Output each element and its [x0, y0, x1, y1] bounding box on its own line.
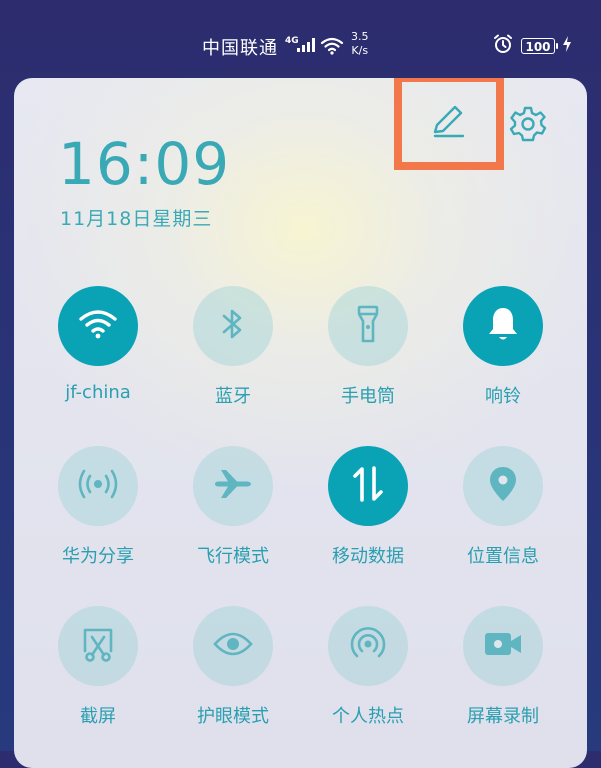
huawei-share-icon	[77, 467, 119, 505]
tile-hotspot-label: 个人热点	[332, 706, 404, 727]
gear-icon	[509, 105, 547, 147]
flashlight-icon	[355, 304, 381, 348]
settings-button[interactable]	[508, 106, 548, 146]
tile-ringer[interactable]: 响铃	[443, 286, 563, 426]
tile-wifi-label: jf-china	[65, 382, 131, 403]
tile-hotspot[interactable]: 个人热点	[308, 606, 428, 746]
tile-eye-comfort-toggle[interactable]	[193, 606, 273, 686]
tile-flashlight[interactable]: 手电筒	[308, 286, 428, 426]
tile-mobile-data-toggle[interactable]	[328, 446, 408, 526]
pencil-icon	[429, 100, 469, 144]
tile-mobile-data[interactable]: 移动数据	[308, 446, 428, 586]
tile-airplane[interactable]: 飞行模式	[173, 446, 293, 586]
tile-flashlight-toggle[interactable]	[328, 286, 408, 366]
tile-wifi-toggle[interactable]	[58, 286, 138, 366]
tile-ringer-toggle[interactable]	[463, 286, 543, 366]
screenshot-icon	[79, 625, 117, 667]
tile-bluetooth[interactable]: 蓝牙	[173, 286, 293, 426]
screen-record-icon	[483, 629, 523, 663]
tile-hotspot-toggle[interactable]	[328, 606, 408, 686]
wifi-icon	[78, 307, 118, 345]
tile-mobile-data-label: 移动数据	[332, 546, 404, 567]
tile-huawei-share-label: 华为分享	[62, 546, 134, 567]
status-bar: 中国联通 4G 3.5 K/s 100	[0, 0, 601, 78]
alarm-icon	[493, 34, 513, 58]
tile-ringer-label: 响铃	[485, 386, 521, 407]
tile-airplane-toggle[interactable]	[193, 446, 273, 526]
tile-bluetooth-toggle[interactable]	[193, 286, 273, 366]
location-icon	[488, 465, 518, 507]
carrier-name: 中国联通	[202, 38, 278, 59]
tile-bluetooth-label: 蓝牙	[215, 386, 251, 407]
tile-screen-record[interactable]: 屏幕录制	[443, 606, 563, 746]
tile-airplane-label: 飞行模式	[197, 546, 269, 567]
network-type-label: 4G	[285, 36, 299, 46]
battery-indicator: 100	[521, 38, 558, 54]
tile-screenshot-toggle[interactable]	[58, 606, 138, 686]
wifi-status-icon	[320, 37, 344, 55]
tile-huawei-share-toggle[interactable]	[58, 446, 138, 526]
quick-settings-panel: 16:09 11月18日星期三 jf-china 蓝牙 手电筒 响铃 华为分享 …	[14, 78, 587, 768]
eye-icon	[213, 630, 253, 662]
clock-date: 11月18日星期三	[60, 208, 213, 230]
tile-eye-comfort-label: 护眼模式	[197, 706, 269, 727]
tile-screen-record-label: 屏幕录制	[467, 706, 539, 727]
clock-time: 16:09	[58, 130, 231, 198]
tile-location-toggle[interactable]	[463, 446, 543, 526]
edit-button[interactable]	[394, 78, 504, 170]
tile-wifi[interactable]: jf-china	[38, 286, 158, 426]
hotspot-icon	[348, 624, 388, 668]
tile-eye-comfort[interactable]: 护眼模式	[173, 606, 293, 746]
signal-icon: 4G	[285, 34, 347, 60]
network-speed: 3.5 K/s	[351, 30, 369, 57]
bluetooth-icon	[218, 306, 248, 346]
tile-screen-record-toggle[interactable]	[463, 606, 543, 686]
mobile-data-icon	[351, 465, 385, 507]
tile-flashlight-label: 手电筒	[341, 386, 395, 407]
bell-icon	[486, 305, 520, 347]
tile-screenshot-label: 截屏	[80, 706, 116, 727]
tile-location-label: 位置信息	[467, 546, 539, 567]
tile-huawei-share[interactable]: 华为分享	[38, 446, 158, 586]
charging-icon	[563, 36, 571, 56]
airplane-icon	[213, 468, 253, 504]
tile-location[interactable]: 位置信息	[443, 446, 563, 586]
tile-screenshot[interactable]: 截屏	[38, 606, 158, 746]
